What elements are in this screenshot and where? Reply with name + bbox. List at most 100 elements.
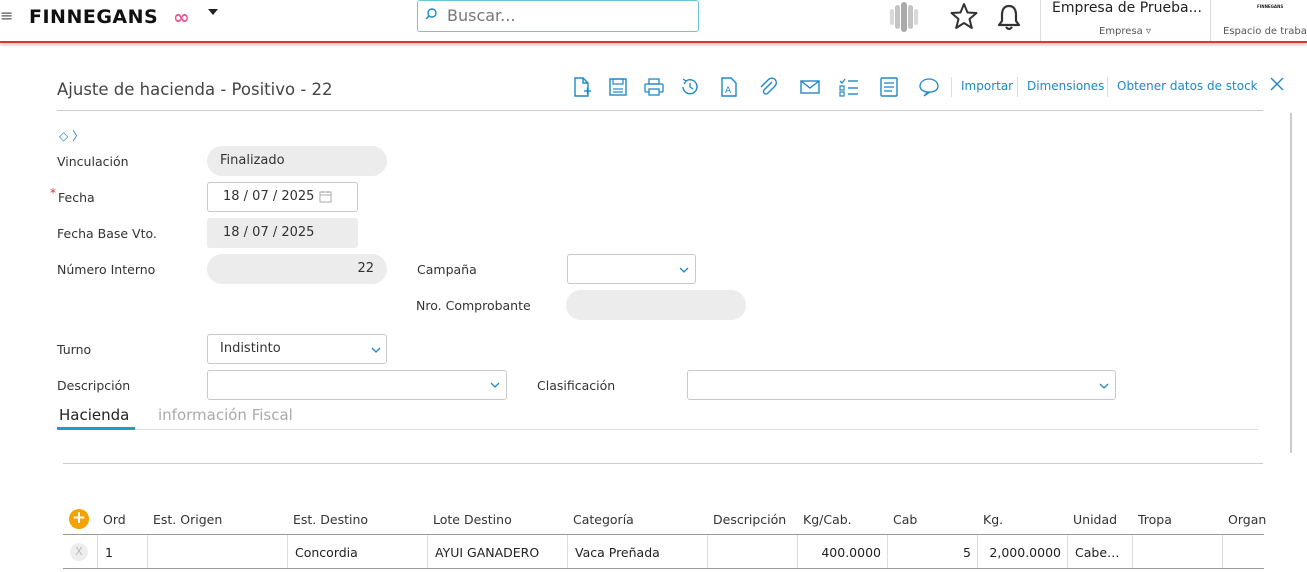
tab-hacienda[interactable]: Hacienda [59,406,129,424]
column-header[interactable]: Kg/Cab. [803,512,852,527]
column-header[interactable]: Est. Origen [153,512,222,527]
nro-comprobante-field [566,290,746,320]
save-icon[interactable] [607,76,629,98]
grid-cell[interactable]: Concordia [295,545,358,560]
import-link[interactable]: Importar [961,79,1013,93]
grid-cell[interactable]: AYUI GANADERO [435,545,539,560]
vertical-scrollbar[interactable] [1290,113,1292,453]
tabs-divider [57,429,1258,430]
workspace-selector[interactable]: FINNEGANS Espacio de trabajo [1210,0,1307,41]
chevron-down-icon[interactable] [371,347,381,353]
grid-cell[interactable]: Vaca Preñada [575,545,660,560]
checklist-icon[interactable] [838,76,860,98]
email-icon[interactable] [799,76,821,98]
column-header[interactable]: Organ [1228,512,1266,527]
numero-interno-label: Número Interno [57,262,156,277]
turno-value: Indistinto [220,341,281,356]
column-header[interactable]: Lote Destino [433,512,512,527]
vinculacion-field: Finalizado [207,146,387,176]
active-tab-indicator [57,427,135,430]
clasificacion-label: Clasificación [537,378,616,393]
turno-label: Turno [57,342,92,357]
fecha-base-field: 18 / 07 / 2025 [207,218,358,248]
column-header[interactable]: Cab [893,512,917,527]
search-box[interactable] [417,0,699,32]
descripcion-label: Descripción [57,378,131,393]
column-header[interactable]: Categoría [573,512,634,527]
cell-divider [97,535,98,568]
cell-divider [427,535,428,568]
grid-cell[interactable]: 5 [887,545,971,560]
new-document-icon[interactable] [570,76,592,98]
column-header[interactable]: Kg. [983,512,1003,527]
comment-icon[interactable] [918,76,940,98]
nro-comprobante-label: Nro. Comprobante [416,298,531,313]
favorites-star-icon[interactable] [950,2,978,30]
calendar-icon[interactable] [319,190,332,203]
brand-logo[interactable]: FINNEGANS [29,6,158,28]
attachment-icon[interactable] [757,76,779,98]
cell-divider [1132,535,1133,568]
toolbar-separator [1017,77,1018,97]
column-header[interactable]: Descripción [713,512,786,527]
svg-text:A: A [725,86,732,96]
text-document-icon[interactable]: A [718,76,740,98]
grid-cell[interactable]: Cabe… [1075,545,1120,560]
grid-cell[interactable]: 400.0000 [797,545,881,560]
chevron-down-icon[interactable] [1099,383,1109,389]
tab-informacion-fiscal[interactable]: información Fiscal [158,406,293,424]
cell-divider [1222,535,1223,568]
search-icon [425,8,437,20]
column-header[interactable]: Ord [103,512,126,527]
vinculacion-label: Vinculación [57,154,129,169]
descripcion-select[interactable] [207,370,507,400]
tag-icon[interactable]: ◇ [59,129,68,143]
grid-header-divider [63,534,1264,535]
grid-cell[interactable]: 2,000.0000 [977,545,1061,560]
tag-breadcrumb[interactable]: ◇ 〉 [59,127,84,144]
column-header[interactable]: Tropa [1138,512,1172,527]
brand-dropdown-icon[interactable] [208,9,218,15]
clasificacion-select[interactable] [687,370,1116,400]
turno-select[interactable]: Indistinto [207,334,387,364]
cell-divider [707,535,708,568]
cell-divider [567,535,568,568]
chevron-right-icon[interactable]: 〉 [72,129,84,143]
title-divider [57,110,1263,111]
campana-select[interactable] [567,254,696,284]
section-divider [63,463,1263,464]
cell-divider [147,535,148,568]
cell-divider [287,535,288,568]
close-icon[interactable] [1269,76,1285,92]
company-name: Empresa de Prueba... [1052,0,1202,16]
page-title: Ajuste de hacienda - Positivo - 22 [57,80,333,99]
numero-interno-field: 22 [207,254,387,284]
menu-icon[interactable]: ≡ [0,6,13,25]
workspace-label: Espacio de trabajo [1223,26,1307,37]
fecha-base-label: Fecha Base Vto. [57,226,157,241]
notes-icon[interactable] [878,76,900,98]
campana-label: Campaña [417,262,477,277]
toolbar-separator [951,77,952,97]
workspace-logo: FINNEGANS [1257,4,1284,9]
avatar[interactable] [888,2,922,32]
column-header[interactable]: Est. Destino [293,512,368,527]
top-bar: ≡ FINNEGANS ∞ Empresa de Prueba... Empre… [0,0,1307,43]
notifications-bell-icon[interactable] [997,3,1021,31]
grid-cell[interactable]: 1 [105,545,113,560]
grid-row-divider [63,568,1264,569]
remove-row-button[interactable]: X [70,543,88,561]
dimensions-link[interactable]: Dimensiones [1027,79,1104,93]
print-icon[interactable] [643,76,665,98]
chevron-down-icon: ▿ [1145,26,1152,37]
chevron-down-icon[interactable] [490,382,500,388]
fecha-label: Fecha [58,190,95,205]
fecha-input[interactable]: 18 / 07 / 2025 [207,182,358,212]
stock-data-link[interactable]: Obtener datos de stock [1117,79,1258,93]
chevron-down-icon[interactable] [679,267,689,273]
company-selector[interactable]: Empresa de Prueba... Empresa ▿ [1040,0,1211,41]
history-icon[interactable] [679,76,701,98]
search-input[interactable] [445,5,689,26]
column-header[interactable]: Unidad [1073,512,1117,527]
add-row-button[interactable]: + [69,509,89,529]
